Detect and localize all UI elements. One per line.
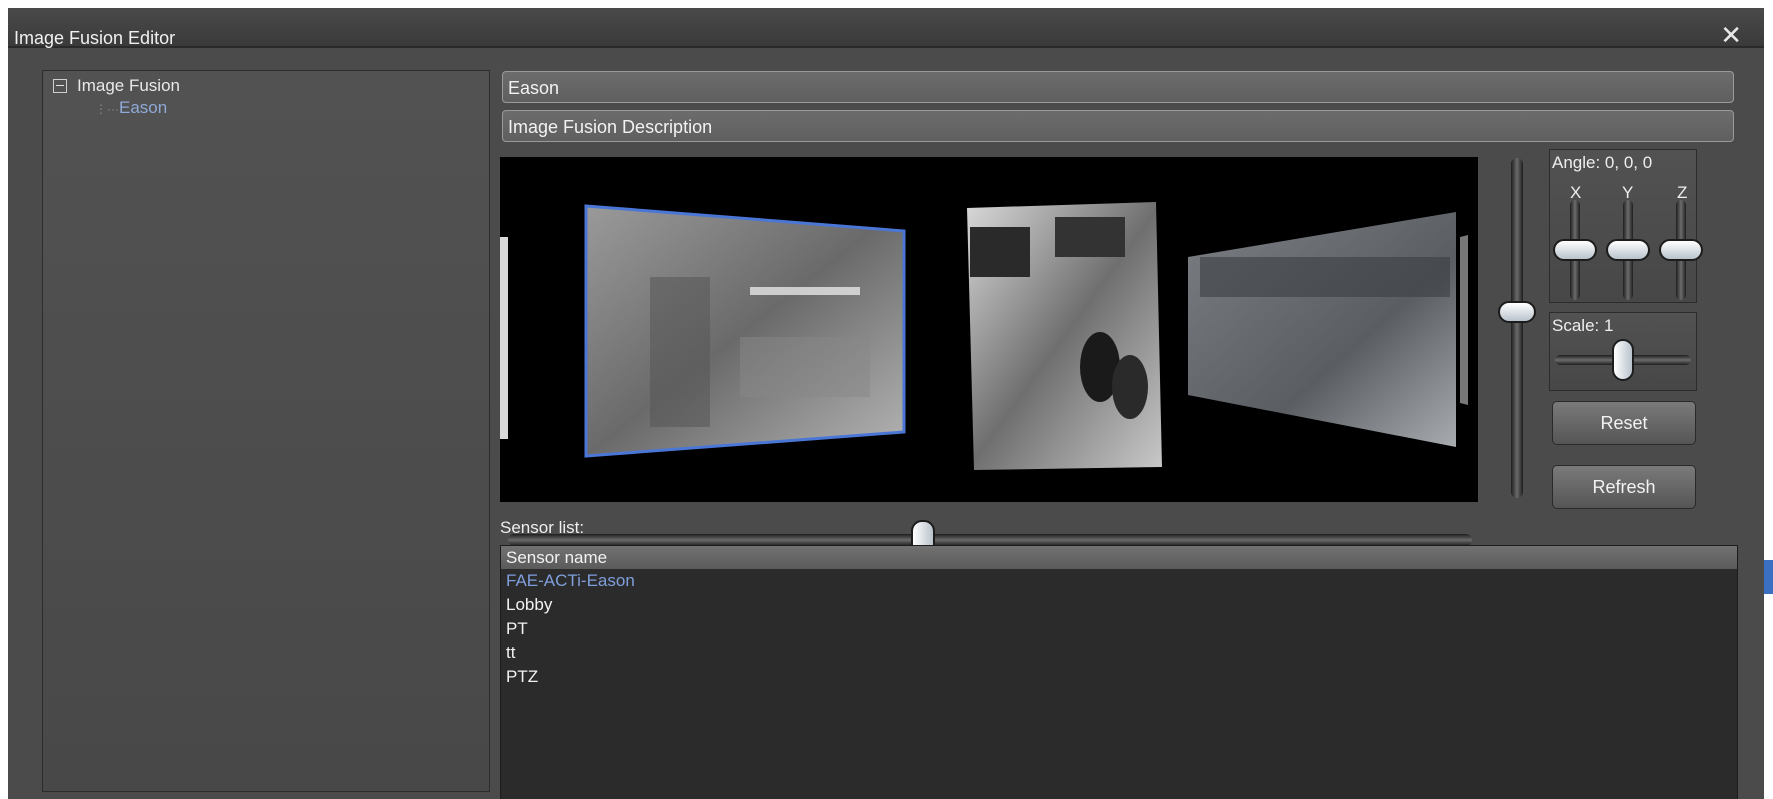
sensor-list[interactable]: Sensor name FAE-ACTi-Eason Lobby PT tt P… xyxy=(500,545,1738,799)
angle-label: Angle: 0, 0, 0 xyxy=(1552,153,1653,172)
close-icon[interactable]: ✕ xyxy=(1720,22,1742,48)
tree-node-image-fusion[interactable]: Image Fusion xyxy=(53,76,180,96)
y-angle-thumb[interactable] xyxy=(1606,239,1650,261)
camera-views-preview xyxy=(500,202,1468,470)
fusion-name-field[interactable]: Eason xyxy=(502,71,1734,103)
tree-connector-icon: ⋮··· xyxy=(95,102,119,116)
sensor-list-item[interactable]: PT xyxy=(501,617,1737,641)
scale-panel: Scale: 1 xyxy=(1549,312,1697,391)
fusion-preview-viewport[interactable] xyxy=(500,157,1478,502)
desktop-edge-marker xyxy=(1764,560,1773,594)
sensor-list-item[interactable]: FAE-ACTi-Eason xyxy=(501,569,1737,593)
tree-node-label: Image Fusion xyxy=(77,76,180,95)
x-angle-thumb[interactable] xyxy=(1553,239,1597,261)
slider-thumb[interactable] xyxy=(1498,301,1536,323)
image-fusion-editor-window: Image Fusion Editor ✕ Image Fusion ⋮···E… xyxy=(8,8,1764,799)
window-title: Image Fusion Editor xyxy=(14,28,176,48)
tree-node-label: Eason xyxy=(119,98,168,117)
fusion-description-field[interactable]: Image Fusion Description xyxy=(502,110,1734,142)
sensor-name-column-header[interactable]: Sensor name xyxy=(501,546,1737,569)
tree-node-eason[interactable]: ⋮···Eason xyxy=(95,98,167,118)
vertical-position-slider[interactable] xyxy=(1498,158,1538,508)
scale-label: Scale: 1 xyxy=(1552,316,1614,335)
desktop-strip xyxy=(0,0,1773,8)
camera-view-edge xyxy=(1460,235,1468,405)
sensor-list-item[interactable]: PTZ xyxy=(501,665,1737,689)
camera-view-1 xyxy=(584,204,906,458)
sensor-list-item[interactable]: tt xyxy=(501,641,1737,665)
title-bar[interactable]: Image Fusion Editor ✕ xyxy=(8,8,1764,48)
z-angle-thumb[interactable] xyxy=(1659,239,1703,261)
camera-view-edge xyxy=(500,237,508,439)
camera-view-3 xyxy=(1188,212,1456,447)
reset-button[interactable]: Reset xyxy=(1552,401,1696,445)
collapse-icon[interactable] xyxy=(53,79,67,93)
slider-track xyxy=(1511,158,1523,498)
scale-slider-thumb[interactable] xyxy=(1612,339,1634,381)
desktop-edge xyxy=(1766,0,1773,799)
fusion-tree-panel[interactable]: Image Fusion ⋮···Eason xyxy=(42,70,490,792)
sensor-list-label: Sensor list: xyxy=(500,518,585,537)
angle-panel: Angle: 0, 0, 0 X Y Z xyxy=(1549,149,1703,303)
refresh-button[interactable]: Refresh xyxy=(1552,465,1696,509)
sensor-list-item[interactable]: Lobby xyxy=(501,593,1737,617)
